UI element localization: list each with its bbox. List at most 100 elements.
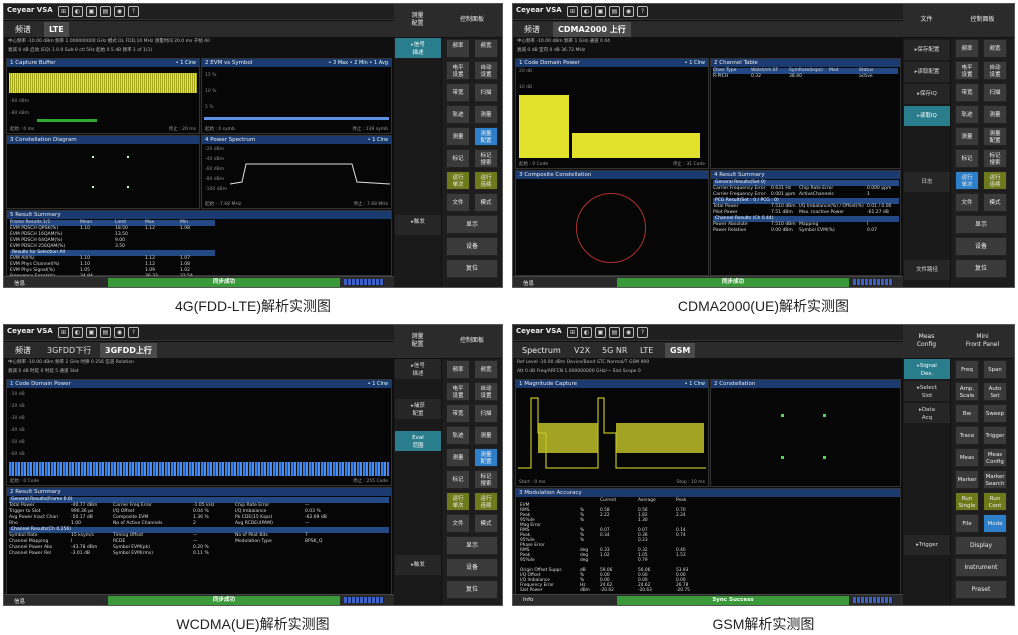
level-button[interactable]: 电平 设置 [955, 61, 979, 80]
bw-button[interactable]: 带宽 [446, 83, 470, 102]
mode-button[interactable]: Mode [983, 514, 1007, 533]
run-cont-button[interactable]: 运行 连续 [983, 171, 1007, 190]
span-button[interactable]: 频宽 [983, 39, 1007, 58]
power-spectrum-window[interactable]: 4 Power Spectrum • 1 Clrw -20 dBm -40 dBm… [201, 135, 392, 209]
freq-button[interactable]: Freq [955, 360, 979, 379]
info-button[interactable]: 信息 [523, 279, 534, 287]
display-button[interactable]: 显示 [955, 215, 1007, 234]
tab-spectrum[interactable]: 频谱 [10, 22, 36, 37]
meas-config-button[interactable]: Meas Config [983, 448, 1007, 467]
tab-spectrum[interactable]: 频谱 [10, 343, 36, 358]
measure-button[interactable]: 测量 [983, 105, 1007, 124]
marker-button[interactable]: 标记 [955, 149, 979, 168]
code-domain-power-window[interactable]: 1 Code Domain Power • 1 Clrw -10 dB -20 d… [6, 379, 392, 486]
print-icon[interactable]: ▤ [609, 6, 620, 17]
file-button[interactable]: 文件 [446, 514, 470, 533]
tab-v2x[interactable]: V2X [569, 343, 595, 358]
softkey-capture-config[interactable]: 捕获配置 [395, 399, 441, 419]
marker-search-button[interactable]: 标记 搜索 [983, 149, 1007, 168]
bw-button[interactable]: Bw [955, 404, 979, 423]
camera-icon[interactable]: ◉ [114, 327, 125, 338]
meas-button[interactable]: 测量 [955, 127, 979, 146]
meas-config-button[interactable]: 测量 配置 [474, 448, 498, 467]
softkey-save-iq[interactable]: 保存IQ [904, 84, 950, 104]
softkey-trigger[interactable]: 触发 [395, 555, 441, 575]
save-icon[interactable]: ▣ [595, 6, 606, 17]
trace-button[interactable]: 轨迹 [955, 105, 979, 124]
evm-vs-symbol-window[interactable]: 2 EVM vs Symbol • 3 Max • 2 Min • 1 Avg 1… [201, 58, 392, 134]
window-icon[interactable]: ⊞ [567, 6, 578, 17]
run-single-button[interactable]: 运行 单次 [446, 492, 470, 511]
reset-button[interactable]: 复位 [446, 580, 498, 599]
mode-button[interactable]: 模式 [474, 514, 498, 533]
reset-button[interactable]: 复位 [446, 259, 498, 278]
level-button[interactable]: 电平 设置 [446, 382, 470, 401]
result-summary-window[interactable]: 4 Result Summary General Results(Set 0) … [710, 170, 901, 276]
span-button[interactable]: 频宽 [474, 39, 498, 58]
camera-icon[interactable]: ◉ [623, 327, 634, 338]
marker-search-button[interactable]: Marker Search [983, 470, 1007, 489]
bw-button[interactable]: 带宽 [955, 83, 979, 102]
camera-icon[interactable]: ◉ [114, 6, 125, 17]
freq-button[interactable]: 频率 [446, 360, 470, 379]
tab-lte[interactable]: LTE [635, 343, 658, 358]
camera-icon[interactable]: ◉ [623, 6, 634, 17]
marker-button[interactable]: 标记 [446, 149, 470, 168]
composite-constellation-window[interactable]: 3 Composite Constellation [515, 170, 709, 276]
modulation-accuracy-window[interactable]: 3 Modulation Accuracy Current Average Peak… [515, 488, 901, 596]
measure-button[interactable]: 测量 [474, 105, 498, 124]
help-icon[interactable]: ? [128, 6, 139, 17]
save-icon[interactable]: ▣ [86, 6, 97, 17]
softkey-eval-range[interactable]: Eval 范围 [395, 431, 441, 451]
save-icon[interactable]: ▣ [595, 327, 606, 338]
run-single-button[interactable]: 运行 单次 [446, 171, 470, 190]
sweep-button[interactable]: 扫描 [474, 83, 498, 102]
run-single-button[interactable]: Run Single [955, 492, 979, 511]
level-button[interactable]: 电平 设置 [446, 61, 470, 80]
tab-spectrum[interactable]: 频谱 [519, 22, 545, 37]
meas-config-button[interactable]: 测量 配置 [474, 127, 498, 146]
window-icon[interactable]: ⊞ [58, 6, 69, 17]
trigger-button[interactable]: Trigger [983, 426, 1007, 445]
freq-button[interactable]: 频率 [446, 39, 470, 58]
run-cont-button[interactable]: Run Cont [983, 492, 1007, 511]
tab-spectrum[interactable]: Spectrum [517, 343, 566, 358]
save-icon[interactable]: ▣ [86, 327, 97, 338]
channel-table-window[interactable]: 2 Channel Table Chan Type Walsh/ch.SF SymR… [710, 58, 901, 169]
reset-button[interactable]: 复位 [955, 259, 1007, 278]
trace-button[interactable]: Trace [955, 426, 979, 445]
tab-3gfdd-dl[interactable]: 3GFDD下行 [42, 343, 96, 358]
print-icon[interactable]: ▤ [609, 327, 620, 338]
softkey-data-acq[interactable]: DataAcq [904, 403, 950, 423]
device-button[interactable]: 设备 [446, 558, 498, 577]
bulb-icon[interactable]: ◐ [72, 6, 83, 17]
autoset-button[interactable]: Auto Set [983, 382, 1007, 401]
run-single-button[interactable]: 运行 单次 [955, 171, 979, 190]
bulb-icon[interactable]: ◐ [72, 327, 83, 338]
trace-button[interactable]: 轨迹 [446, 105, 470, 124]
run-cont-button[interactable]: 运行 连续 [474, 171, 498, 190]
result-summary-window[interactable]: 5 Result Summary Frame Results 1/1 Mean Li… [6, 210, 392, 285]
softkey-load-config[interactable]: 读取配置 [904, 62, 950, 82]
tab-3gfdd-ul[interactable]: 3GFDD上行 [100, 343, 157, 358]
file-button[interactable]: File [955, 514, 979, 533]
softkey-file-path[interactable]: 文件路径 [904, 260, 950, 280]
run-cont-button[interactable]: 运行 连续 [474, 492, 498, 511]
softkey-signal-desc[interactable]: 信号描述 [395, 359, 441, 379]
measure-button[interactable]: 测量 [474, 426, 498, 445]
display-button[interactable]: Display [955, 536, 1007, 555]
amp-scale-button[interactable]: Amp. Scale [955, 382, 979, 401]
softkey-signal-desc[interactable]: 信号描述 [395, 38, 441, 58]
tab-gsm[interactable]: GSM [665, 343, 696, 358]
window-icon[interactable]: ⊞ [58, 327, 69, 338]
device-button[interactable]: 设备 [955, 237, 1007, 256]
instrument-button[interactable]: Instrument [955, 558, 1007, 577]
marker-search-button[interactable]: 标记 搜索 [474, 470, 498, 489]
constellation-window[interactable]: 2 Constellation [710, 379, 901, 487]
freq-button[interactable]: 频率 [955, 39, 979, 58]
trace-button[interactable]: 轨迹 [446, 426, 470, 445]
help-icon[interactable]: ? [637, 327, 648, 338]
magnitude-capture-window[interactable]: 1 Magnitude Capture • 1 Clrw Start : 0 ms… [515, 379, 709, 487]
span-button[interactable]: Span [983, 360, 1007, 379]
marker-button[interactable]: 标记 [446, 470, 470, 489]
